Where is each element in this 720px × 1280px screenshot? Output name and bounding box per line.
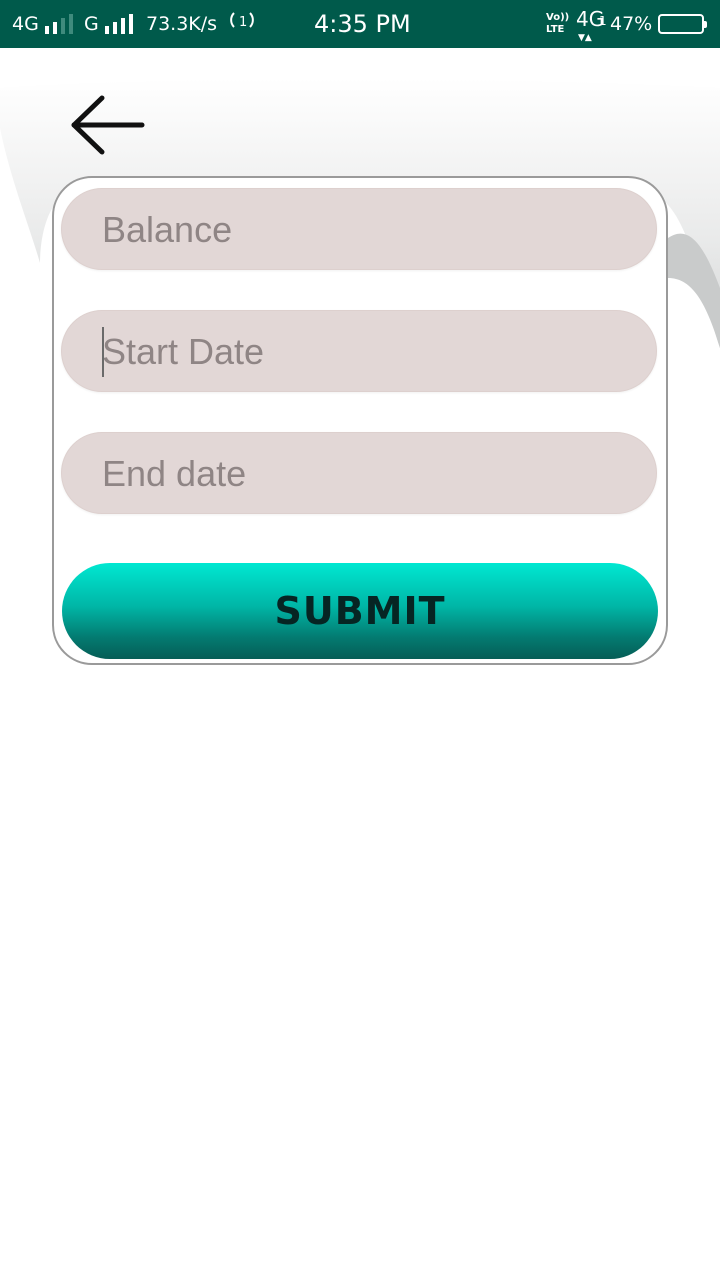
svg-text:1: 1 bbox=[239, 15, 247, 30]
battery-percent: 47% bbox=[610, 13, 653, 35]
back-button[interactable] bbox=[66, 92, 148, 158]
signal-strength-icon-2 bbox=[105, 14, 135, 34]
clock: 4:35 PM bbox=[314, 10, 411, 38]
sim-index: 1 bbox=[599, 14, 607, 28]
end-date-placeholder: End date bbox=[102, 453, 247, 494]
start-date-input[interactable]: Start Date bbox=[61, 310, 657, 392]
signal-strength-icon-1 bbox=[45, 14, 75, 34]
balance-input[interactable]: Balance bbox=[61, 188, 657, 270]
status-bar: 4G G 73.3K/s 1 4:35 PM Vo)) LTE 4G 1 ▼▲ … bbox=[0, 0, 720, 48]
volte-badge: Vo)) LTE bbox=[546, 12, 570, 35]
battery-icon bbox=[658, 14, 707, 34]
network-speed: 73.3K/s bbox=[146, 13, 218, 35]
hotspot-icon: 1 bbox=[228, 0, 256, 44]
balance-placeholder: Balance bbox=[102, 209, 233, 250]
network-type-2: G bbox=[84, 13, 99, 35]
submit-button[interactable]: SUBMIT bbox=[62, 563, 658, 659]
arrow-left-icon bbox=[71, 95, 145, 155]
start-date-placeholder: Start Date bbox=[102, 331, 265, 372]
end-date-input[interactable]: End date bbox=[61, 432, 657, 514]
network-type-1: 4G bbox=[12, 13, 39, 35]
text-cursor bbox=[102, 327, 104, 377]
